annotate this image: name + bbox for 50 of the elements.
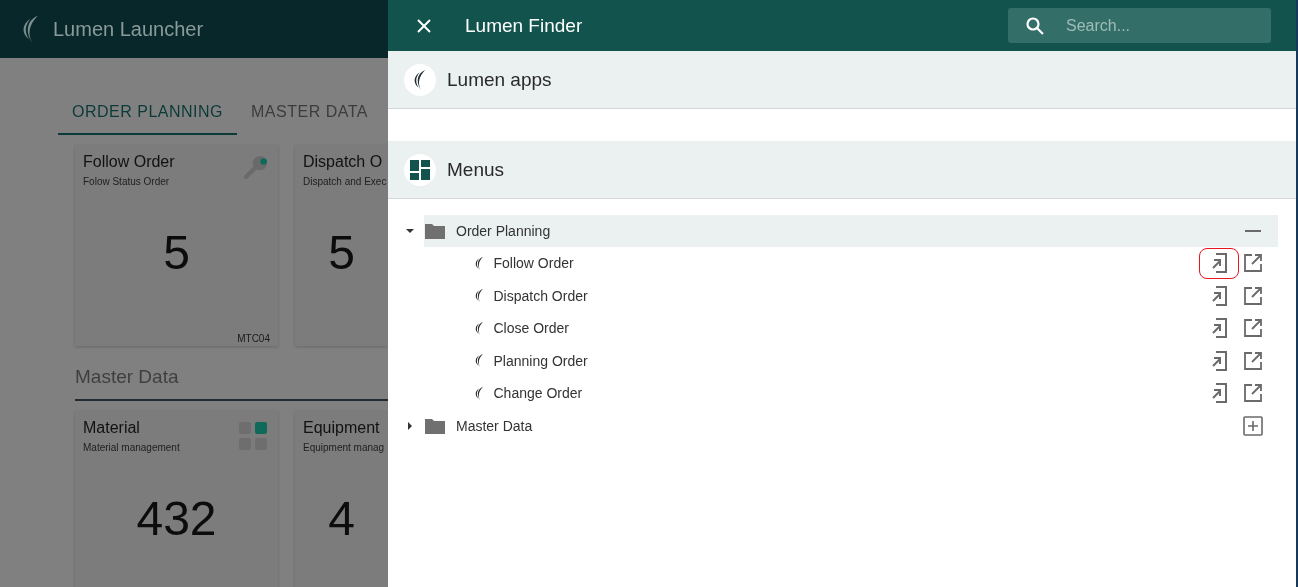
tile-subtitle: Folow Status Order	[83, 176, 170, 187]
leaf-icon	[474, 385, 485, 401]
app-title: Lumen Launcher	[53, 17, 204, 41]
folder-icon	[424, 416, 446, 435]
tile-card[interactable]: Equipment Equipment manag 4	[295, 411, 388, 587]
tile-count: 5	[163, 229, 190, 277]
open-new-window-icon	[1243, 383, 1263, 404]
menu-item[interactable]: Planning Order	[493, 352, 1191, 369]
caret-right-icon[interactable]	[406, 421, 414, 430]
caret-down-icon[interactable]	[406, 227, 414, 235]
open-new-window-icon	[1243, 285, 1263, 306]
open-new-window-icon	[1243, 253, 1263, 274]
section-title: Menus	[447, 158, 505, 181]
leaf-icon	[474, 320, 485, 336]
tile-title: Material	[83, 419, 140, 437]
open-new-window-icon	[1243, 350, 1263, 371]
tile-subtitle: Material management	[83, 442, 180, 453]
tile-title: Equipment	[303, 419, 380, 437]
panel-title: Lumen Finder	[465, 14, 584, 37]
search-input[interactable]: Search...	[1064, 15, 1258, 36]
dashboard-icon	[410, 159, 430, 180]
tree-folder-row[interactable]: Master Data	[424, 409, 1278, 442]
tile-count: 4	[328, 495, 355, 543]
tile-count: 432	[136, 495, 217, 543]
tile-title: Dispatch O	[303, 153, 383, 171]
tile-card[interactable]: Follow Order Folow Status Order 5 MTC04	[75, 145, 278, 346]
menu-item[interactable]: Follow Order	[493, 255, 1191, 272]
open-new-window-icon	[1243, 318, 1263, 339]
leaf-icon	[474, 255, 485, 271]
wrench-icon	[244, 155, 268, 179]
menu-item[interactable]: Change Order	[493, 385, 1191, 402]
minus-icon	[1245, 229, 1261, 233]
plus-icon	[1243, 415, 1263, 436]
tile-card[interactable]: Dispatch O Dispatch and Exec 5	[295, 145, 388, 346]
tile-code: MTC04	[237, 333, 270, 344]
menu-item[interactable]: Close Order	[493, 320, 1191, 337]
search-field[interactable]: Search...	[1008, 8, 1271, 43]
tile-subtitle: Dispatch and Exec	[303, 176, 387, 187]
menu-item[interactable]: Dispatch Order	[493, 287, 1191, 304]
folder-icon	[424, 222, 446, 240]
tile-title: Follow Order	[83, 153, 175, 171]
search-icon	[1026, 16, 1044, 35]
open-in-place-button[interactable]	[1199, 247, 1239, 279]
tile-count: 5	[328, 229, 355, 277]
folder-label: Master Data	[456, 417, 534, 434]
grid-icon	[238, 421, 268, 451]
tile-subtitle: Equipment manag	[303, 442, 385, 453]
tile-card[interactable]: Material Material management 432	[75, 411, 278, 587]
folder-label: Order Planning	[456, 223, 552, 239]
section-title: Lumen apps	[447, 68, 552, 91]
